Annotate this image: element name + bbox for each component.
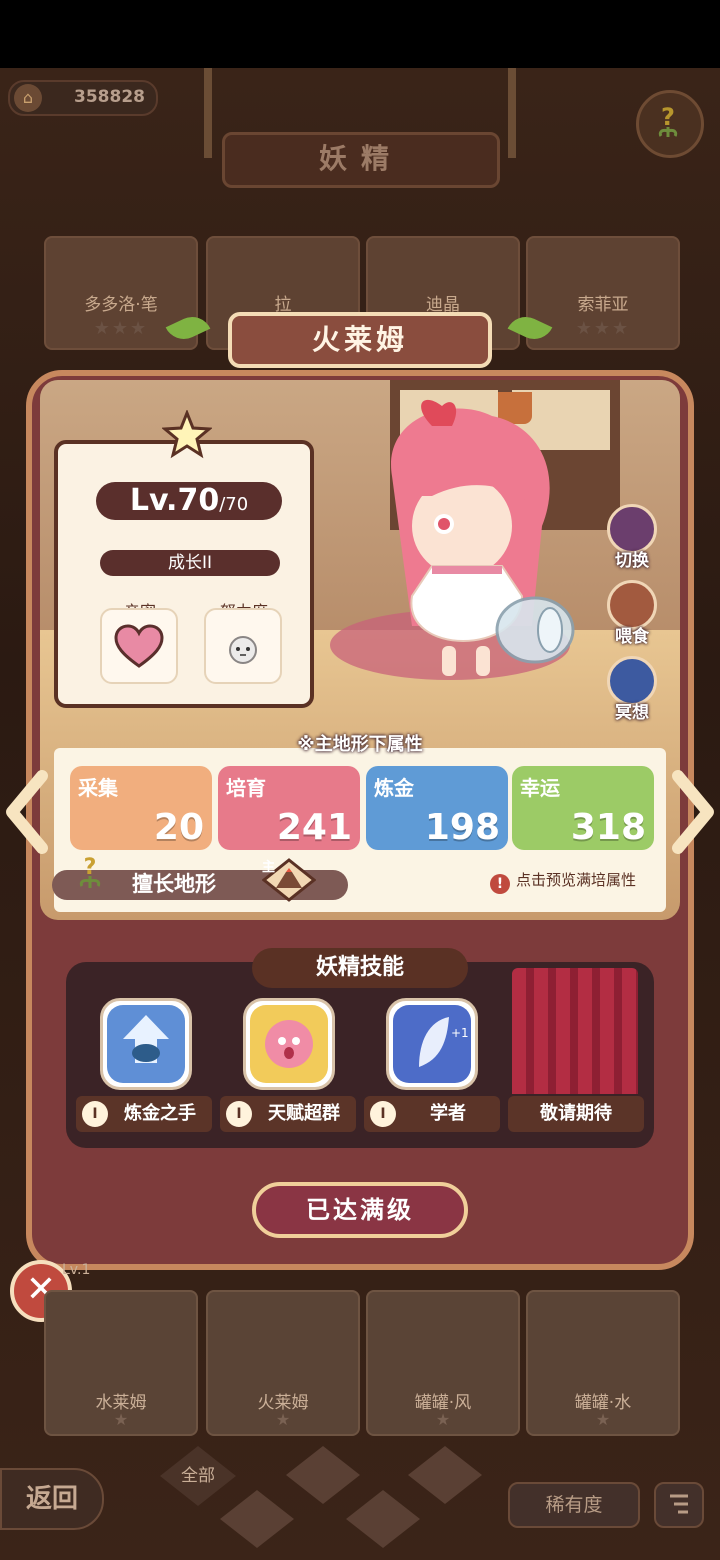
house-icon: ⌂	[14, 84, 42, 112]
skill-level-badge: I	[82, 1101, 108, 1127]
fairy-card[interactable]: 罐罐·风 ★	[366, 1290, 520, 1436]
growth-tier: 成长II	[100, 550, 280, 576]
attribute-value: 241	[276, 807, 352, 848]
card-name: 索菲亚	[577, 295, 629, 315]
skill-talent-icon[interactable]	[243, 998, 335, 1090]
skill-label-scholar: I 学者	[364, 1096, 500, 1132]
heart-icon	[114, 624, 164, 668]
switch-button[interactable]: 切换	[602, 504, 662, 571]
help-button[interactable]: ?	[636, 90, 704, 158]
skill-name: 炼金之手	[124, 1103, 196, 1124]
attribute-name: 采集	[78, 776, 118, 800]
filter-tab-all-label: 全部	[181, 1466, 215, 1486]
fairy-card[interactable]: Lv.1 水莱姆 ★	[44, 1262, 198, 1436]
switch-label: 切换	[615, 551, 649, 571]
attribute-name: 培育	[226, 776, 266, 800]
star-badge-icon	[162, 410, 212, 459]
attribute-value: 198	[424, 807, 500, 848]
svg-text:+1: +1	[451, 1026, 469, 1040]
skill-label-talent: I 天赋超群	[220, 1096, 356, 1132]
level-pill: Lv.70/70	[96, 482, 282, 520]
curtain-placeholder	[512, 968, 638, 1094]
skill-label-coming-soon: 敬请期待	[508, 1096, 644, 1132]
attribute-value: 20	[153, 807, 204, 848]
effort-box[interactable]	[204, 608, 282, 684]
preview-hint-text: 点击预览满培属性	[516, 871, 637, 889]
skill-name: 学者	[430, 1103, 466, 1124]
rarity-label: 稀有度	[545, 1494, 603, 1516]
sort-icon	[670, 1494, 688, 1514]
max-level-button[interactable]: 已达满级	[252, 1182, 468, 1238]
coin-counter: ⌂ 358828	[8, 80, 158, 116]
sort-order-button[interactable]	[654, 1482, 704, 1528]
glass-bottle-icon	[495, 596, 575, 664]
attribute-card-alchemy[interactable]: 炼金 198	[366, 766, 508, 850]
attribute-heading: ※主地形下属性	[297, 734, 423, 755]
back-label: 返回	[25, 1484, 78, 1514]
rope	[508, 68, 516, 158]
level-max: /70	[219, 494, 249, 515]
rope	[204, 68, 212, 158]
terrain-main-tag: 主	[262, 860, 276, 875]
bg-fairy-card[interactable]: 索菲亚 ★★★	[526, 236, 680, 350]
question-sprout-icon: ?	[658, 103, 678, 137]
attribute-card-nurture[interactable]: 培育 241	[218, 766, 360, 850]
terrain-label: 擅长地形	[132, 872, 216, 896]
skill-label-alchemy: I 炼金之手	[76, 1096, 212, 1132]
preview-max-attributes-link[interactable]: ! 点击预览满培属性	[490, 869, 636, 894]
coin-value: 358828	[74, 87, 145, 107]
page-title: 妖精	[318, 142, 403, 175]
feed-label: 喂食	[615, 627, 649, 647]
fairy-card[interactable]: 罐罐·水 ★	[526, 1290, 680, 1436]
skills-title: 妖精技能	[252, 948, 468, 988]
skill-name: 天赋超群	[268, 1103, 340, 1124]
prev-fairy-arrow-icon[interactable]	[4, 770, 50, 854]
level-value: Lv.70	[129, 483, 220, 518]
intimacy-box[interactable]	[100, 608, 178, 684]
meditate-label: 冥想	[615, 703, 649, 723]
meditate-button[interactable]: 冥想	[602, 656, 662, 723]
skills-title-text: 妖精技能	[315, 955, 404, 980]
coming-soon-text: 敬请期待	[540, 1103, 612, 1124]
attribute-name: 炼金	[374, 776, 414, 800]
fairy-name-banner: 火莱姆	[228, 312, 492, 368]
neutral-face-icon	[229, 636, 257, 664]
attribute-name: 幸运	[520, 776, 560, 800]
next-fairy-arrow-icon[interactable]	[670, 770, 716, 854]
question-sprout-icon: ?	[79, 855, 101, 888]
skill-level-badge: I	[226, 1101, 252, 1127]
card-stars: ★	[595, 1410, 611, 1429]
card-name: 多多洛·笔	[84, 295, 158, 315]
attribute-value: 318	[570, 807, 646, 848]
skill-alchemy-hand-icon[interactable]	[100, 998, 192, 1090]
attribute-card-luck[interactable]: 幸运 318	[512, 766, 654, 850]
fairy-info-card: Lv.70/70 成长II 亲密 努力度	[54, 440, 314, 708]
feed-button[interactable]: 喂食	[602, 580, 662, 647]
page-title-plate: 妖精	[222, 132, 500, 188]
skill-scholar-icon[interactable]: +1	[386, 998, 478, 1090]
card-stars: ★	[275, 1410, 291, 1429]
fairy-card[interactable]: 火莱姆 ★	[206, 1290, 360, 1436]
alert-icon: !	[490, 874, 510, 894]
max-level-label: 已达满级	[306, 1196, 414, 1224]
skill-level-badge: I	[370, 1101, 396, 1127]
back-button[interactable]: 返回	[0, 1468, 104, 1530]
svg-text:?: ?	[661, 103, 675, 131]
card-stars: ★	[435, 1410, 451, 1429]
fairy-name: 火莱姆	[311, 323, 408, 356]
attribute-card-gather[interactable]: 采集 20	[70, 766, 212, 850]
card-stars: ★	[113, 1410, 129, 1429]
rarity-sort-button[interactable]: 稀有度	[508, 1482, 640, 1528]
card-level: Lv.1	[62, 1262, 91, 1278]
